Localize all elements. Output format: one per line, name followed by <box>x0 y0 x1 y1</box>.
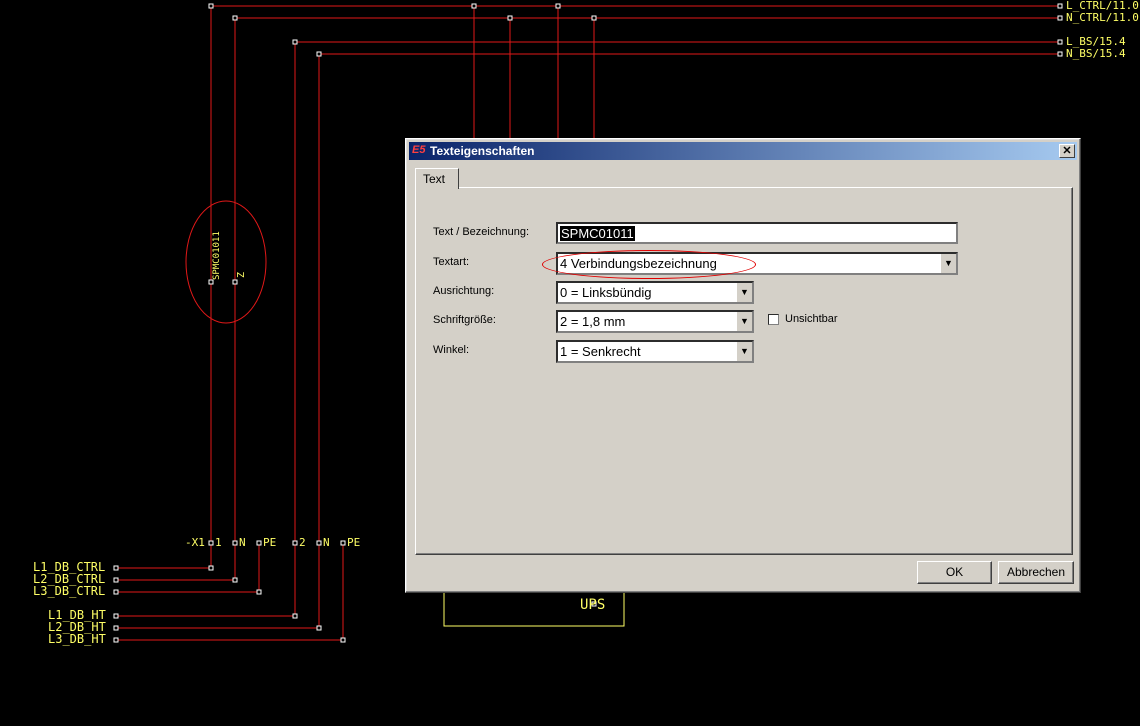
unsichtbar-label[interactable]: Unsichtbar <box>785 313 838 325</box>
chevron-down-icon[interactable]: ▼ <box>940 254 956 273</box>
tab-text[interactable]: Text <box>415 168 459 189</box>
dialog-titlebar[interactable]: E5 Texteigenschaften ✕ <box>409 142 1077 160</box>
ups-label[interactable]: UPS <box>580 597 605 613</box>
schriftgroesse-select[interactable]: 2 = 1,8 mm ▼ <box>556 310 754 333</box>
terminal-label: N <box>239 536 246 549</box>
connection-label-vertical[interactable]: SPMC01011 <box>212 231 222 280</box>
terminal-label: 2 <box>299 536 306 549</box>
terminal-label: N <box>323 536 330 549</box>
text-input[interactable]: SPMC01011 <box>556 222 958 244</box>
app-logo-icon: E5 <box>412 144 426 156</box>
chevron-down-icon[interactable]: ▼ <box>736 342 752 361</box>
terminal-label: PE <box>347 536 360 549</box>
unsichtbar-checkbox[interactable] <box>768 314 779 325</box>
xref-n-ctrl[interactable]: N_CTRL/11.0 <box>1066 11 1139 24</box>
xref-n-bs[interactable]: N_BS/15.4 <box>1066 47 1126 60</box>
close-icon[interactable]: ✕ <box>1059 144 1075 158</box>
ausrichtung-select[interactable]: 0 = Linksbündig ▼ <box>556 281 754 304</box>
winkel-select[interactable]: 1 = Senkrecht ▼ <box>556 340 754 363</box>
terminal-label: 1 <box>215 536 222 549</box>
text-properties-dialog: E5 Texteigenschaften ✕ Text Text / Bezei… <box>405 138 1081 593</box>
cancel-button[interactable]: Abbrechen <box>998 561 1074 584</box>
text-label: Text / Bezeichnung: <box>433 226 530 238</box>
winkel-label: Winkel: <box>433 344 470 356</box>
ref-l3-db-ctrl[interactable]: L3_DB_CTRL <box>33 584 105 598</box>
chevron-down-icon[interactable]: ▼ <box>736 312 752 331</box>
ref-l3-db-ht[interactable]: L3_DB_HT <box>48 632 106 646</box>
schriftgroesse-label: Schriftgröße: <box>433 314 496 326</box>
ausrichtung-label: Ausrichtung: <box>433 285 495 297</box>
text-input-value: SPMC01011 <box>560 226 635 241</box>
ok-button[interactable]: OK <box>917 561 992 584</box>
tab-label: Text <box>423 172 446 186</box>
winkel-value: 1 = Senkrecht <box>560 344 641 359</box>
textart-label: Textart: <box>433 256 470 268</box>
terminal-strip-label[interactable]: -X1 <box>185 536 205 549</box>
chevron-down-icon[interactable]: ▼ <box>736 283 752 302</box>
terminal-label: PE <box>263 536 276 549</box>
dialog-title: Texteigenschaften <box>430 144 535 158</box>
ausrichtung-value: 0 = Linksbündig <box>560 285 652 300</box>
schriftgroesse-value: 2 = 1,8 mm <box>560 314 626 329</box>
connection-label-z: Z <box>236 272 247 278</box>
annotation-highlight <box>542 250 756 279</box>
